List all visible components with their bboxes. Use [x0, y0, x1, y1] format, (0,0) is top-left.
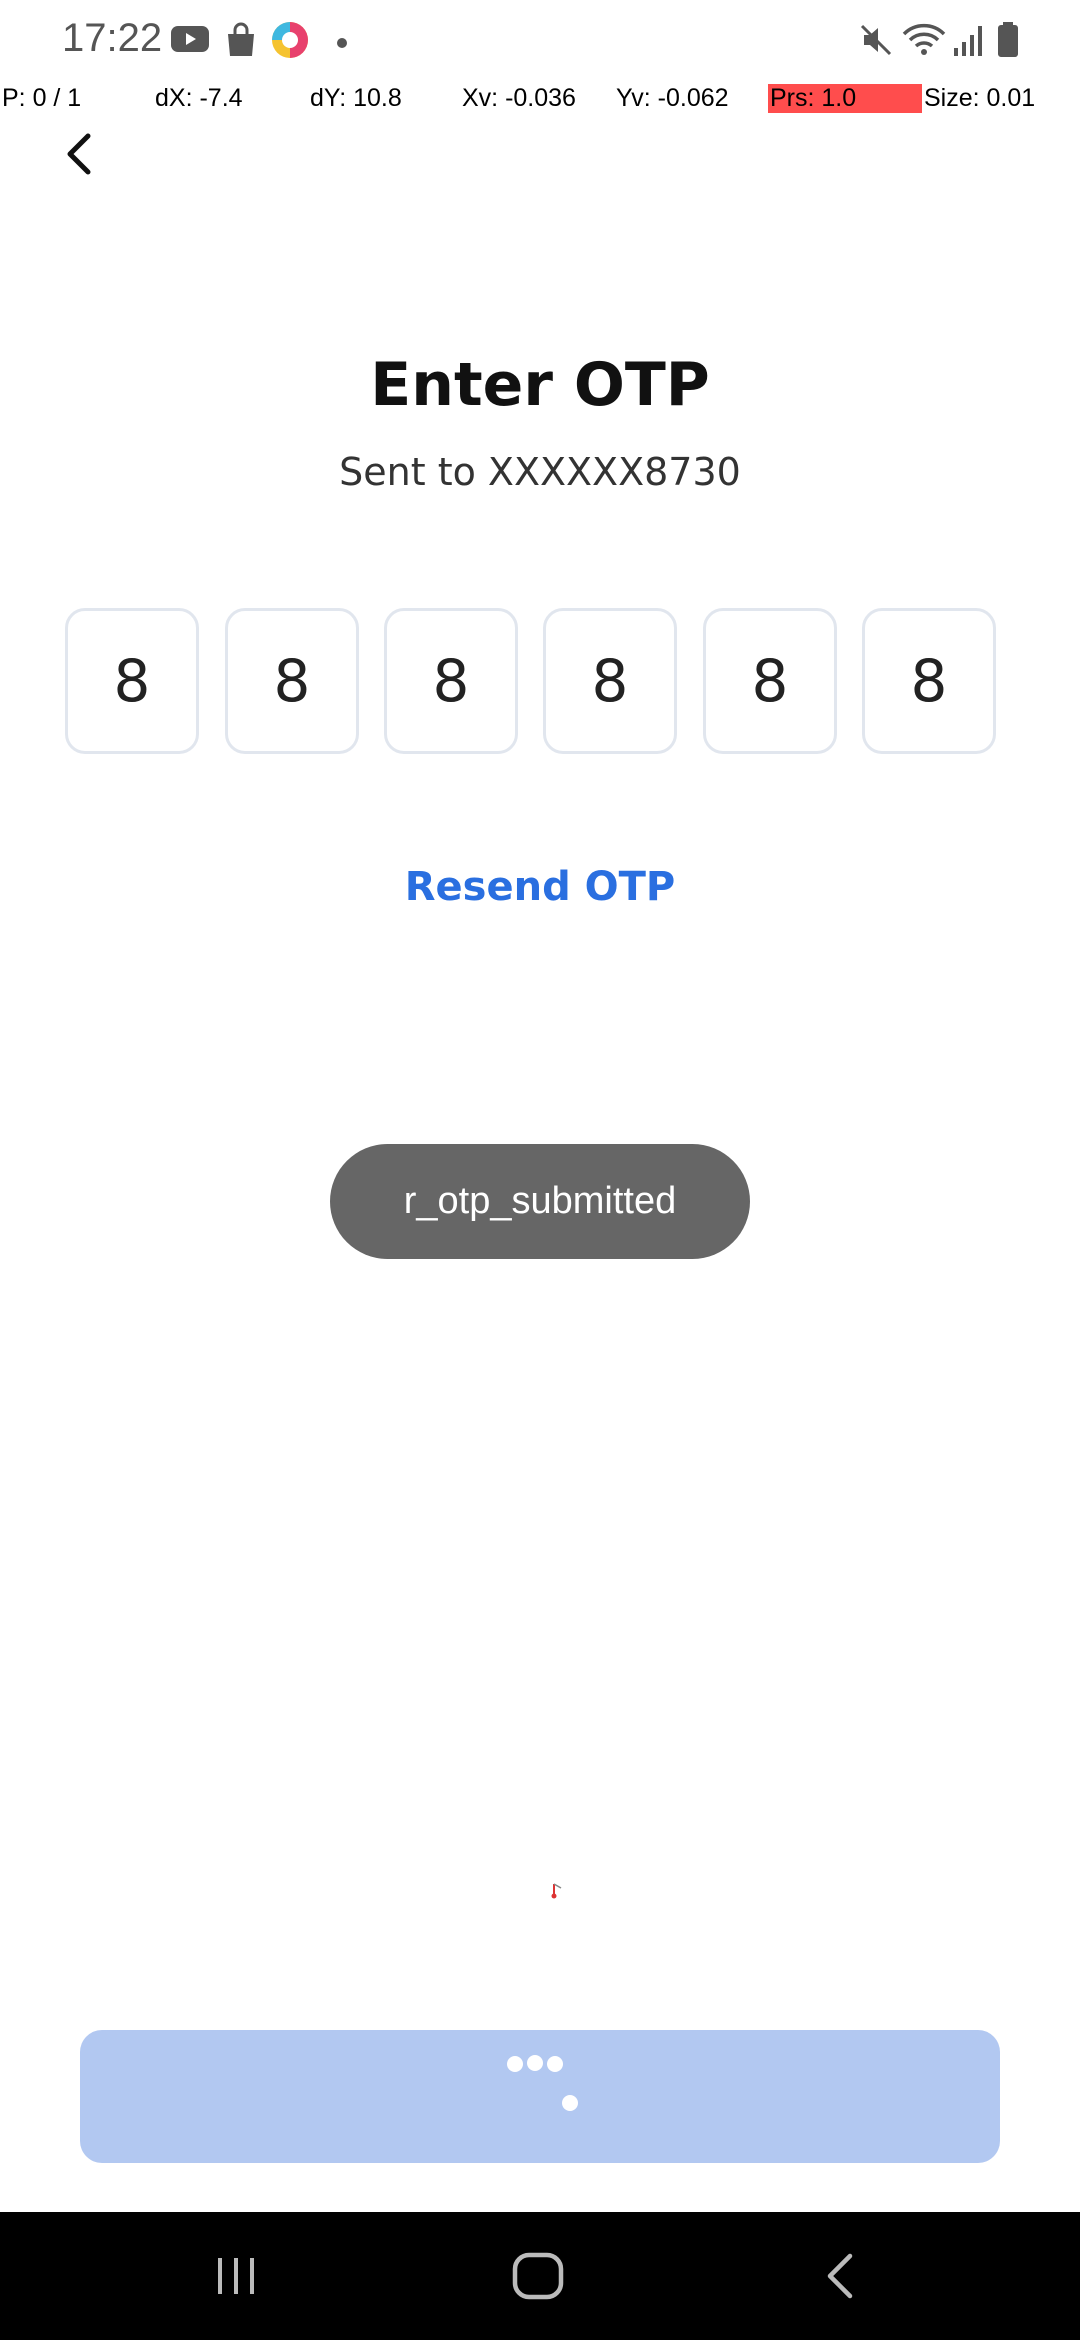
loading-dot [527, 2055, 543, 2071]
otp-digit-3[interactable]: 8 [384, 608, 518, 754]
otp-digit-1[interactable]: 8 [65, 608, 199, 754]
debug-yv: Yv: -0.062 [616, 84, 729, 112]
back-icon [827, 2253, 853, 2299]
otp-digit-6[interactable]: 8 [862, 608, 996, 754]
recent-apps-icon [218, 2258, 254, 2294]
resend-otp-link[interactable]: Resend OTP [0, 864, 1080, 910]
loading-dot [562, 2095, 578, 2111]
submit-button[interactable] [80, 2030, 1000, 2163]
touch-indicator-icon [550, 1880, 564, 1900]
otp-digit-2[interactable]: 8 [225, 608, 359, 754]
page-title: Enter OTP [370, 350, 710, 420]
otp-digit-4[interactable]: 8 [543, 608, 677, 754]
status-time: 17:22 [62, 16, 163, 60]
pointer-debug-bar: P: 0 / 1 dX: -7.4 dY: 10.8 Xv: -0.036 Yv… [0, 80, 1080, 120]
home-button[interactable] [468, 2212, 608, 2340]
toast-message: r_otp_submitted [330, 1144, 750, 1259]
app-logo-icon [270, 20, 310, 64]
shopping-bag-icon [224, 22, 258, 62]
wifi-icon [902, 22, 946, 62]
system-back-button[interactable] [770, 2212, 910, 2340]
system-nav-bar [0, 2212, 1080, 2340]
otp-digit-5[interactable]: 8 [703, 608, 837, 754]
home-icon [512, 2252, 564, 2300]
back-button[interactable] [50, 124, 110, 184]
youtube-icon [170, 22, 210, 60]
debug-dx: dX: -7.4 [155, 84, 243, 112]
otp-sent-to: Sent to XXXXXX8730 [339, 450, 741, 494]
debug-dy: dY: 10.8 [310, 84, 402, 112]
loading-dot [547, 2056, 563, 2072]
mute-icon [858, 22, 894, 62]
debug-xv: Xv: -0.036 [462, 84, 576, 112]
recent-apps-button[interactable] [166, 2212, 306, 2340]
loading-dot [507, 2056, 523, 2072]
debug-pointer: P: 0 / 1 [2, 84, 82, 112]
chevron-left-icon [67, 133, 91, 175]
debug-prs: Prs: 1.0 [768, 84, 922, 113]
notification-dot-icon [336, 34, 348, 53]
status-bar: 17:22 [0, 0, 1080, 80]
signal-icon [952, 22, 988, 62]
otp-input-row: 8 8 8 8 8 8 [65, 608, 999, 758]
battery-icon [996, 22, 1020, 62]
debug-size: Size: 0.01 [924, 84, 1036, 112]
